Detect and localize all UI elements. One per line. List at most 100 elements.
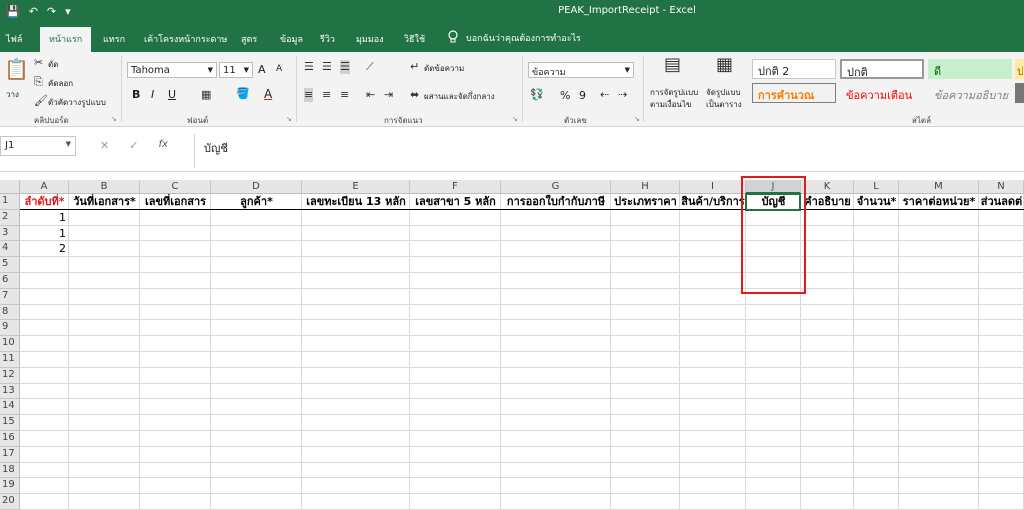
cancel-icon[interactable]: ✕ xyxy=(100,139,109,152)
tab-review[interactable]: รีวิว xyxy=(320,32,335,46)
merge-center-button[interactable]: ผสานและจัดกึ่งกลาง xyxy=(424,90,495,103)
column-header[interactable]: F xyxy=(410,180,501,194)
font-size-select[interactable]: 11 ▼ xyxy=(219,62,253,78)
tab-help[interactable]: วิธีใช้ xyxy=(404,32,425,46)
paste-label[interactable]: วาง xyxy=(6,88,19,101)
paste-icon[interactable]: 📋 xyxy=(4,58,29,80)
row-header[interactable]: 8 xyxy=(0,304,20,321)
style-more-button[interactable] xyxy=(1015,83,1024,103)
row-header[interactable]: 5 xyxy=(0,257,20,273)
number-launcher-icon[interactable]: ↘ xyxy=(634,115,640,123)
header-cell[interactable]: สินค้า/บริการ xyxy=(680,194,746,209)
decrease-decimal-icon[interactable]: ⇢ xyxy=(618,88,627,102)
data-cell[interactable]: 1 xyxy=(20,210,69,225)
row-header[interactable]: 11 xyxy=(0,352,20,368)
row-header[interactable]: 16 xyxy=(0,431,20,447)
row-header[interactable]: 3 xyxy=(0,225,20,242)
style-warning-text[interactable]: ข้อความเตือน xyxy=(840,83,924,103)
align-right-icon[interactable]: ≡ xyxy=(340,88,349,102)
format-painter-button[interactable]: ตัวคัดวางรูปแบบ xyxy=(48,96,106,109)
bold-button[interactable]: B xyxy=(132,88,140,101)
enter-icon[interactable]: ✓ xyxy=(129,139,138,152)
insert-function-icon[interactable]: fx xyxy=(158,139,167,152)
row-header[interactable]: 20 xyxy=(0,494,20,510)
column-header[interactable]: I xyxy=(680,180,746,194)
style-explanatory-text[interactable]: ข้อความอธิบาย xyxy=(928,83,1012,103)
row-header[interactable]: 12 xyxy=(0,367,20,384)
percent-button[interactable]: % xyxy=(560,89,570,102)
header-cell[interactable]: การออกใบกำกับภาษี xyxy=(501,194,611,209)
column-header[interactable]: M xyxy=(899,180,979,194)
tell-me-box[interactable]: บอกฉันว่าคุณต้องการทำอะไร xyxy=(448,30,581,46)
row-header[interactable]: 7 xyxy=(0,288,20,305)
wrap-text-icon[interactable]: ↵ xyxy=(410,60,419,74)
number-format-select[interactable]: ข้อความ ▼ xyxy=(528,62,634,78)
grow-font-button[interactable]: A xyxy=(258,63,266,76)
row-header[interactable]: 1 xyxy=(0,194,20,210)
header-cell[interactable]: คำอธิบาย xyxy=(801,194,854,209)
worksheet-grid[interactable]: A B C D E F G H I J K L M N 1 2 3 4 5 6 7 8 9 10 11 12 13 14 15 16 17 1… xyxy=(0,176,1024,510)
shrink-font-button[interactable]: A xyxy=(276,64,282,74)
column-header[interactable]: E xyxy=(302,180,410,194)
decrease-indent-icon[interactable]: ⇤ xyxy=(366,88,375,102)
style-good[interactable]: ดี xyxy=(928,59,1012,79)
style-normal[interactable]: ปกติ xyxy=(840,59,924,79)
format-painter-icon[interactable]: 🖌 xyxy=(34,94,48,108)
tab-insert[interactable]: แทรก xyxy=(103,32,125,46)
column-header[interactable]: D xyxy=(211,180,302,194)
font-color-button[interactable]: A xyxy=(264,87,272,101)
header-cell[interactable]: ลูกค้า* xyxy=(211,194,302,209)
conditional-formatting-label-2[interactable]: ตามเงื่อนไข xyxy=(650,98,691,111)
header-cell[interactable]: จำนวน* xyxy=(854,194,899,209)
style-neutral[interactable]: ป xyxy=(1015,59,1024,79)
header-cell[interactable]: เลขสาขา 5 หลัก xyxy=(410,194,501,209)
font-launcher-icon[interactable]: ↘ xyxy=(286,115,292,123)
row-header[interactable]: 18 xyxy=(0,462,20,479)
formula-input[interactable]: บัญชี xyxy=(204,139,228,157)
align-bottom-icon[interactable]: ☰ xyxy=(340,60,350,74)
name-box[interactable]: J1 ▼ xyxy=(0,136,76,156)
merge-center-icon[interactable]: ⬌ xyxy=(410,88,419,102)
tab-page-layout[interactable]: เค้าโครงหน้ากระดาษ xyxy=(144,32,227,46)
format-as-table-label-2[interactable]: เป็นตาราง xyxy=(706,98,742,111)
font-name-select[interactable]: Tahoma ▼ xyxy=(127,62,217,78)
header-cell[interactable]: ประเภทราคา xyxy=(611,194,680,209)
row-header[interactable]: 15 xyxy=(0,415,20,431)
row-header[interactable]: 14 xyxy=(0,399,20,416)
tab-file[interactable]: ไฟล์ xyxy=(6,32,22,46)
borders-icon[interactable]: ▦ xyxy=(201,88,211,102)
column-header[interactable]: L xyxy=(854,180,899,194)
header-cell[interactable]: วันที่เอกสาร* xyxy=(69,194,140,209)
underline-button[interactable]: U xyxy=(168,88,176,101)
row-header[interactable]: 17 xyxy=(0,446,20,463)
cut-icon[interactable]: ✂ xyxy=(34,56,43,70)
column-header[interactable]: N xyxy=(979,180,1024,194)
row-header[interactable]: 10 xyxy=(0,336,20,352)
copy-button[interactable]: คัดลอก xyxy=(48,77,73,90)
fill-color-icon[interactable]: 🪣 xyxy=(236,87,250,101)
column-header[interactable]: A xyxy=(20,180,69,194)
conditional-formatting-icon[interactable]: ▤ xyxy=(664,56,681,74)
clipboard-launcher-icon[interactable]: ↘ xyxy=(111,115,117,123)
align-center-icon[interactable]: ≡ xyxy=(322,88,331,102)
increase-decimal-icon[interactable]: ⇠ xyxy=(600,88,609,102)
align-left-icon[interactable]: ≡ xyxy=(304,88,314,102)
column-header[interactable]: K xyxy=(801,180,854,194)
column-header[interactable]: H xyxy=(611,180,680,194)
column-header[interactable]: B xyxy=(69,180,140,194)
alignment-launcher-icon[interactable]: ↘ xyxy=(512,115,518,123)
row-header[interactable]: 9 xyxy=(0,320,20,337)
align-middle-icon[interactable]: ☰ xyxy=(322,60,332,74)
tab-home[interactable]: หน้าแรก xyxy=(40,27,92,52)
orientation-icon[interactable]: ⟋ xyxy=(366,60,374,74)
align-top-icon[interactable]: ☰ xyxy=(304,60,314,74)
header-cell[interactable]: เลขที่เอกสาร xyxy=(140,194,211,209)
style-normal-2[interactable]: ปกติ 2 xyxy=(752,59,836,79)
row-header[interactable]: 13 xyxy=(0,383,20,400)
column-header[interactable]: G xyxy=(501,180,611,194)
wrap-text-button[interactable]: ตัดข้อความ xyxy=(424,62,464,75)
tab-formulas[interactable]: สูตร xyxy=(241,32,257,46)
accounting-format-icon[interactable]: 💱 xyxy=(530,88,544,102)
header-cell[interactable]: ราคาต่อหน่วย* xyxy=(899,194,979,209)
style-calculation[interactable]: การคำนวณ xyxy=(752,83,836,103)
